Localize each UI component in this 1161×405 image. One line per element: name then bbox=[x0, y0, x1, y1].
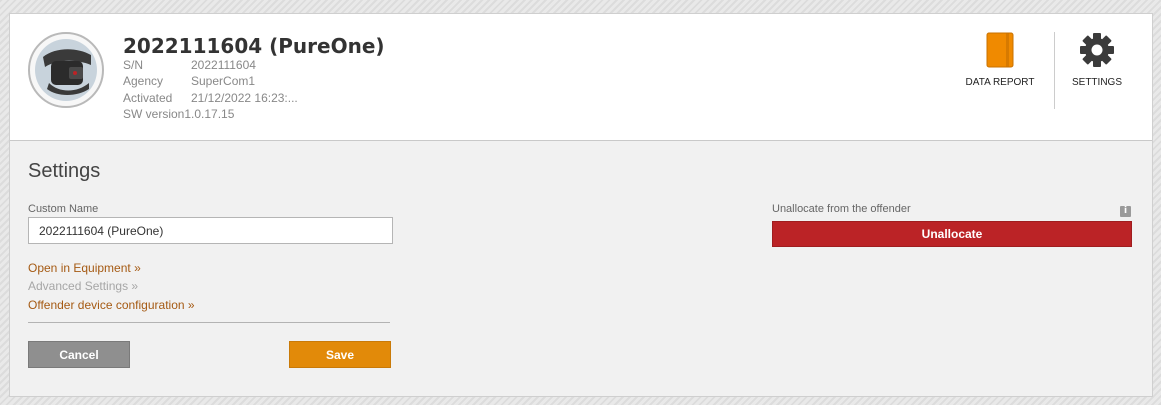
offender-device-configuration-link[interactable]: Offender device configuration » bbox=[28, 298, 195, 312]
settings-label: SETTINGS bbox=[1071, 77, 1122, 88]
divider bbox=[28, 322, 390, 323]
meta-sw-version: SW version1.0.17.15 bbox=[123, 107, 234, 121]
meta-key: Agency bbox=[123, 74, 164, 88]
meta-activated: Activated 21/12/2022 16:23:... bbox=[123, 91, 298, 105]
cancel-button[interactable]: Cancel bbox=[28, 341, 130, 368]
meta-key: SW version bbox=[123, 107, 185, 121]
ankle-monitor-icon bbox=[35, 39, 97, 101]
meta-key: Activated bbox=[123, 91, 173, 105]
meta-key: S/N bbox=[123, 58, 144, 72]
custom-name-label: Custom Name bbox=[28, 203, 99, 215]
meta-value: SuperCom1 bbox=[191, 74, 256, 88]
unallocate-button[interactable]: Unallocate bbox=[772, 221, 1132, 247]
settings-button[interactable]: SETTINGS bbox=[1062, 32, 1132, 88]
gear-icon bbox=[1080, 33, 1114, 67]
open-in-equipment-link[interactable]: Open in Equipment » bbox=[28, 261, 141, 275]
info-icon[interactable]: i bbox=[1120, 206, 1131, 217]
device-panel: 2022111604 (PureOne) S/N 2022111604 Agenc… bbox=[9, 13, 1153, 397]
unallocate-label: Unallocate from the offender bbox=[772, 203, 911, 215]
section-title: Settings bbox=[28, 160, 101, 182]
custom-name-input[interactable] bbox=[28, 217, 393, 244]
device-avatar bbox=[28, 32, 104, 108]
meta-value: 21/12/2022 16:23:... bbox=[191, 91, 298, 105]
device-header: 2022111604 (PureOne) S/N 2022111604 Agenc… bbox=[10, 14, 1152, 141]
save-button[interactable]: Save bbox=[289, 341, 391, 368]
device-title: 2022111604 (PureOne) bbox=[123, 34, 385, 58]
meta-agency: Agency SuperCom1 bbox=[123, 74, 255, 88]
header-divider bbox=[1054, 32, 1055, 109]
meta-value: 2022111604 bbox=[191, 58, 256, 72]
meta-value: 1.0.17.15 bbox=[184, 107, 235, 121]
meta-serial: S/N 2022111604 bbox=[123, 58, 256, 72]
data-report-label: DATA REPORT bbox=[965, 77, 1035, 88]
data-report-button[interactable]: DATA REPORT bbox=[960, 32, 1040, 88]
advanced-settings-link[interactable]: Advanced Settings » bbox=[28, 279, 138, 293]
book-icon bbox=[986, 32, 1014, 68]
